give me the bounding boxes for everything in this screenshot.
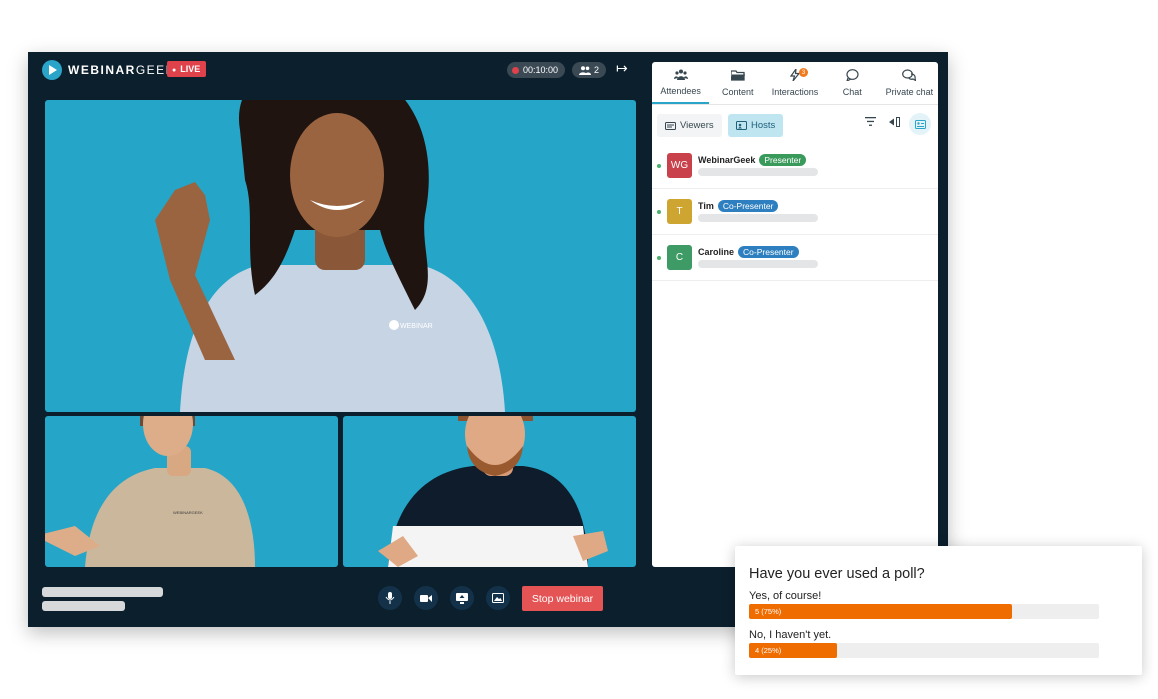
stop-webinar-button[interactable]: Stop webinar	[522, 586, 603, 611]
host-name: Tim	[698, 201, 714, 211]
poll-bar-fill: 4 (25%)	[749, 643, 837, 658]
logo-play-icon	[42, 60, 62, 80]
online-status-dot	[657, 256, 661, 260]
poll-option-label: Yes, of course!	[749, 590, 822, 602]
viewers-icon	[665, 121, 676, 130]
live-badge: LIVE	[167, 61, 207, 77]
svg-text:WEBINARGEEK: WEBINARGEEK	[173, 510, 203, 515]
poll-results-card: Have you ever used a poll? Yes, of cours…	[735, 546, 1142, 675]
poll-question: Have you ever used a poll?	[749, 566, 925, 582]
card-view-icon[interactable]	[909, 113, 931, 135]
tab-attendees[interactable]: Attendees	[652, 62, 710, 104]
microphone-button[interactable]	[378, 586, 402, 610]
main-video-tile: WEBINAR	[45, 100, 636, 412]
attendees-icon	[673, 69, 688, 83]
timer-value: 00:10:00	[523, 65, 559, 75]
webinar-app: WEBINARGEEK LIVE 00:10:00 2 ↦ WEBINAR	[28, 52, 948, 627]
placeholder-title-line	[42, 587, 163, 597]
folder-icon	[730, 69, 745, 84]
camera-icon	[420, 594, 432, 602]
interactions-badge: 3	[799, 68, 808, 77]
tab-private-chat[interactable]: Private chat	[881, 62, 938, 104]
placeholder-subtitle-line	[42, 601, 125, 611]
participants-count-value: 2	[594, 65, 600, 75]
placeholder-line	[698, 260, 818, 268]
logo-text: WEBINARGEEK	[68, 63, 175, 77]
placeholder-line	[698, 168, 818, 176]
control-bar: Stop webinar	[28, 577, 648, 617]
filter-icon[interactable]	[865, 117, 876, 129]
webinargeek-logo: WEBINARGEEK	[42, 60, 175, 80]
top-bar: WEBINARGEEK LIVE 00:10:00 2 ↦	[28, 52, 648, 88]
tim-video	[378, 416, 608, 567]
video-tile-caroline: WEBINARGEEK	[45, 416, 338, 567]
attendee-subtabs: Viewers Hosts	[652, 105, 938, 143]
svg-text:WEBINAR: WEBINAR	[400, 323, 433, 330]
host-row[interactable]: WG WebinarGeek Presenter	[652, 143, 938, 189]
role-badge: Co-Presenter	[738, 246, 799, 258]
sidebar-tabs: Attendees Content 3 Interactions Chat Pr…	[652, 62, 938, 105]
leave-icon[interactable]: ↦	[616, 60, 628, 77]
recording-timer: 00:10:00	[507, 62, 566, 78]
avatar: C	[667, 245, 692, 270]
host-name-row: Tim Co-Presenter	[698, 200, 779, 212]
people-icon	[579, 65, 591, 75]
logo-text-bold: WEBINAR	[68, 63, 136, 77]
subtab-hosts[interactable]: Hosts	[728, 114, 784, 137]
avatar: WG	[667, 153, 692, 178]
chat-icon	[845, 69, 859, 84]
role-badge: Co-Presenter	[717, 200, 779, 212]
presenter-video: WEBINAR	[155, 100, 505, 412]
host-name-row: WebinarGeek Presenter	[698, 154, 807, 166]
role-badge: Presenter	[759, 154, 807, 166]
online-status-dot	[657, 164, 661, 168]
tab-private-chat-label: Private chat	[885, 87, 934, 97]
video-tile-tim	[343, 416, 636, 567]
poll-bar-fill: 5 (75%)	[749, 604, 1012, 619]
host-name: WebinarGeek	[698, 155, 756, 165]
host-name: Caroline	[698, 247, 735, 257]
tab-interactions-label: Interactions	[771, 87, 819, 97]
image-button[interactable]	[486, 586, 510, 610]
hosts-icon	[736, 121, 747, 130]
poll-bar-track: 5 (75%)	[749, 604, 1099, 619]
host-row[interactable]: T Tim Co-Presenter	[652, 189, 938, 235]
host-name-row: Caroline Co-Presenter	[698, 246, 799, 258]
screenshare-button[interactable]	[450, 586, 474, 610]
online-status-dot	[657, 210, 661, 214]
screenshare-icon	[456, 592, 468, 604]
collapse-icon[interactable]	[888, 117, 900, 130]
avatar: T	[667, 199, 692, 224]
image-icon	[492, 593, 504, 603]
host-row[interactable]: C Caroline Co-Presenter	[652, 235, 938, 281]
tab-interactions[interactable]: 3 Interactions	[766, 62, 823, 104]
subtab-viewers[interactable]: Viewers	[657, 114, 722, 137]
caroline-video: WEBINARGEEK	[45, 416, 255, 567]
microphone-icon	[385, 592, 395, 604]
tab-content-label: Content	[722, 86, 754, 97]
private-chat-icon	[902, 69, 917, 84]
tab-chat[interactable]: Chat	[824, 62, 881, 104]
tab-chat-label: Chat	[842, 87, 862, 97]
poll-option-label: No, I haven't yet.	[749, 629, 832, 641]
camera-button[interactable]	[414, 586, 438, 610]
tab-content[interactable]: Content	[709, 62, 766, 104]
participants-count[interactable]: 2	[572, 62, 607, 78]
placeholder-line	[698, 214, 818, 222]
subtab-viewers-label: Viewers	[680, 120, 714, 131]
attendees-sidebar: Attendees Content 3 Interactions Chat Pr…	[652, 62, 938, 567]
tab-attendees-label: Attendees	[660, 85, 701, 96]
poll-bar-track: 4 (25%)	[749, 643, 1099, 658]
poll-result-label: 4 (25%)	[755, 646, 782, 655]
subtab-hosts-label: Hosts	[751, 120, 776, 131]
poll-result-label: 5 (75%)	[755, 607, 782, 616]
record-dot-icon	[512, 66, 519, 74]
